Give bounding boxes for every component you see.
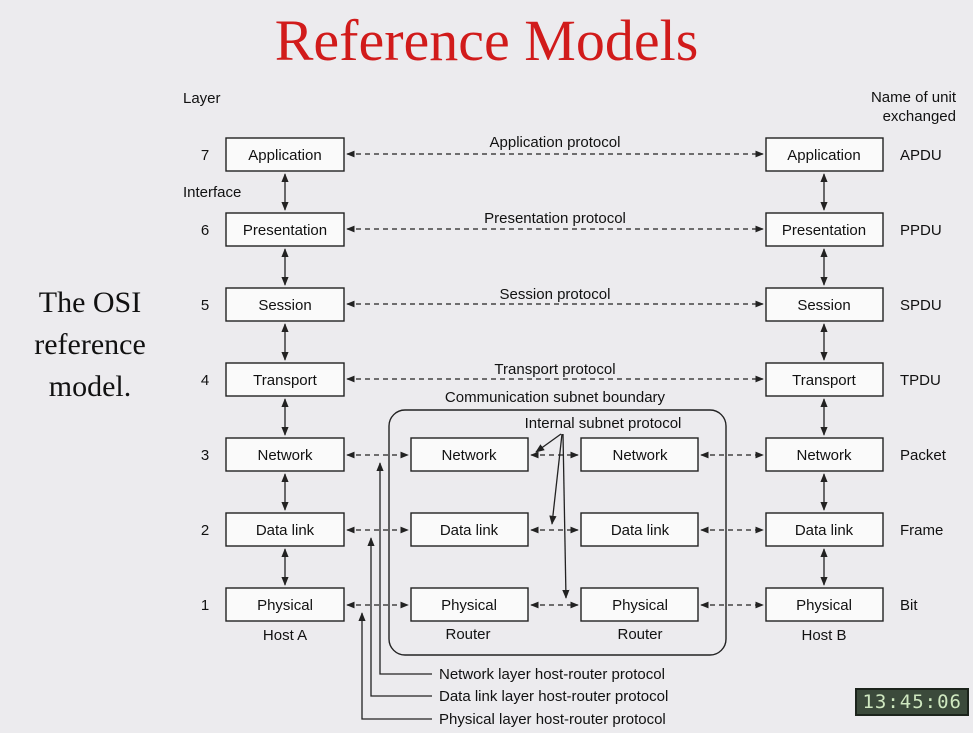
unit-name: Packet — [900, 447, 947, 464]
host-b-stack: Application Presentation Session Transpo… — [765, 137, 884, 622]
host-a-stack: Application Presentation Session Transpo… — [225, 137, 345, 622]
router-label: Physical — [441, 597, 497, 614]
host-b-label: Network — [796, 447, 852, 464]
leader-line — [358, 612, 432, 720]
host-b-caption: Host B — [801, 627, 846, 644]
unit-name: Bit — [900, 597, 918, 614]
layer-number: 5 — [201, 297, 209, 314]
host-b-label: Transport — [792, 372, 856, 389]
host-a-label: Session — [258, 297, 311, 314]
protocol-label: Session protocol — [500, 286, 611, 303]
bottom-protocol-label: Data link layer host-router protocol — [439, 688, 668, 705]
hop-protocols — [346, 451, 764, 609]
protocol-label: Transport protocol — [494, 361, 615, 378]
layer-numbers: 7 6 5 4 3 2 1 — [201, 147, 209, 614]
host-a-label: Application — [248, 147, 321, 164]
host-a-caption: Host A — [263, 627, 307, 644]
layer-number: 3 — [201, 447, 209, 464]
layer-number: 4 — [201, 372, 209, 389]
subnet-boundary-label: Communication subnet boundary — [445, 389, 666, 406]
host-a-label: Transport — [253, 372, 317, 389]
internal-pointer — [549, 433, 563, 525]
peer-protocols: Application protocol Presentation protoc… — [346, 134, 764, 383]
router-2-stack: Network Data link Physical — [580, 437, 699, 622]
host-b-label: Session — [797, 297, 850, 314]
unit-name: APDU — [900, 147, 942, 164]
router-label: Network — [612, 447, 668, 464]
unit-header: exchanged — [883, 108, 956, 125]
router-caption: Router — [445, 626, 490, 643]
host-a-label: Presentation — [243, 222, 327, 239]
layer-number: 2 — [201, 522, 209, 539]
unit-name: Frame — [900, 522, 943, 539]
unit-names: APDU PPDU SPDU TPDU Packet Frame Bit — [900, 147, 947, 614]
router-label: Data link — [440, 522, 499, 539]
layer-number: 6 — [201, 222, 209, 239]
protocol-label: Presentation protocol — [484, 210, 626, 227]
internal-pointer — [562, 433, 570, 599]
layer-header: Layer — [183, 90, 221, 107]
host-a-label: Physical — [257, 597, 313, 614]
leader-line — [376, 462, 432, 675]
host-a-label: Network — [257, 447, 313, 464]
internal-protocol-label: Internal subnet protocol — [525, 415, 682, 432]
router-1-stack: Network Data link Physical — [410, 437, 529, 622]
router-label: Data link — [611, 522, 670, 539]
host-b-label: Application — [787, 147, 860, 164]
layer-number: 7 — [201, 147, 209, 164]
unit-header: Name of unit — [871, 89, 957, 106]
host-b-label: Physical — [796, 597, 852, 614]
host-a-label: Data link — [256, 522, 315, 539]
clock-overlay: 13:45:06 — [855, 688, 969, 716]
osi-diagram: Layer Name of unit exchanged Interface C… — [183, 89, 957, 728]
unit-name: PPDU — [900, 222, 942, 239]
host-b-label: Data link — [795, 522, 854, 539]
router-label: Network — [441, 447, 497, 464]
unit-name: SPDU — [900, 297, 942, 314]
bottom-protocol-label: Physical layer host-router protocol — [439, 711, 666, 728]
protocol-label: Application protocol — [490, 134, 621, 151]
host-b-label: Presentation — [782, 222, 866, 239]
bottom-protocol-label: Network layer host-router protocol — [439, 666, 665, 683]
unit-name: TPDU — [900, 372, 941, 389]
router-label: Physical — [612, 597, 668, 614]
layer-number: 1 — [201, 597, 209, 614]
internal-pointer — [535, 433, 562, 453]
interface-label: Interface — [183, 184, 241, 201]
router-caption: Router — [617, 626, 662, 643]
